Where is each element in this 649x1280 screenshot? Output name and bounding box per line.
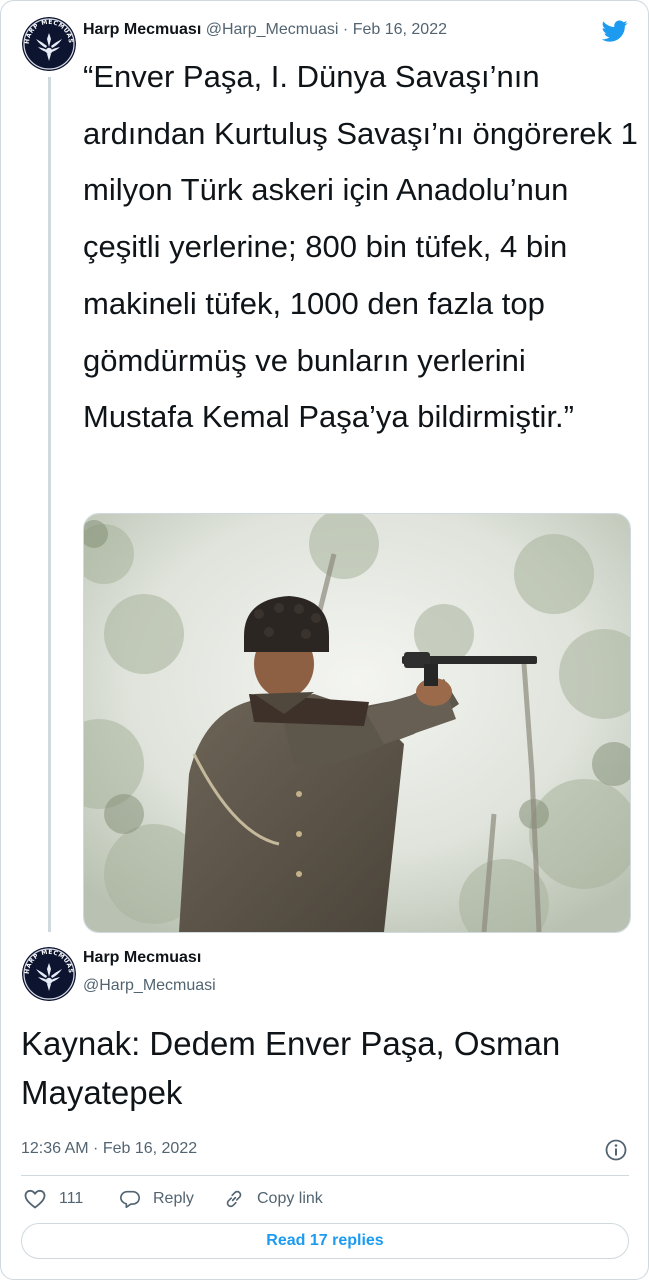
quoted-author-avatar[interactable]: HARP MECMUASI	[22, 947, 76, 1001]
link-icon	[226, 1190, 242, 1208]
author-name[interactable]: Harp Mecmuası	[83, 21, 201, 38]
tweet-timestamp[interactable]: 12:36 AM · Feb 16, 2022	[21, 1140, 197, 1158]
divider	[21, 1175, 629, 1176]
heart-icon	[24, 1189, 46, 1209]
info-icon[interactable]	[604, 1138, 628, 1162]
reply-button[interactable]: Reply	[119, 1185, 194, 1213]
reply-tweet-text: Kaynak: Dedem Enver Paşa, Osman Mayatepe…	[21, 1025, 561, 1111]
tweet-card: HARP MECMUASI Harp Mecmuası @Harp_Mecmua…	[0, 0, 649, 1280]
like-button[interactable]: 111	[23, 1185, 83, 1213]
reply-author-handle[interactable]: @Harp_Mecmuasi	[83, 977, 216, 995]
copy-link-button[interactable]: Copy link	[223, 1185, 323, 1213]
copy-link-label: Copy link	[257, 1190, 323, 1207]
tweet-date[interactable]: Feb 16, 2022	[353, 21, 447, 38]
header-separator: ·	[342, 21, 349, 38]
harp-mecmuasi-logo-icon: HARP MECMUASI	[22, 17, 76, 71]
thread-line	[48, 77, 51, 932]
tweet-text: “Enver Paşa, I. Dünya Savaşı’nın ardında…	[83, 59, 638, 435]
twitter-bird-icon[interactable]	[601, 18, 629, 44]
author-handle[interactable]: @Harp_Mecmuasi	[206, 21, 339, 38]
read-replies-label: Read 17 replies	[266, 1232, 384, 1249]
reply-label: Reply	[153, 1190, 194, 1207]
author-avatar[interactable]: HARP MECMUASI	[22, 17, 76, 71]
read-replies-button[interactable]: Read 17 replies	[21, 1223, 629, 1259]
reply-bubble-icon	[120, 1190, 140, 1209]
like-count: 111	[59, 1190, 84, 1207]
harp-mecmuasi-logo-icon: HARP MECMUASI	[22, 947, 76, 1001]
tweet-header: Harp Mecmuası @Harp_Mecmuasi · Feb 16, 2…	[83, 20, 447, 40]
soldier-photo-illustration	[84, 514, 630, 932]
tweet-photo[interactable]	[83, 513, 631, 933]
reply-author-name[interactable]: Harp Mecmuası	[83, 949, 201, 967]
